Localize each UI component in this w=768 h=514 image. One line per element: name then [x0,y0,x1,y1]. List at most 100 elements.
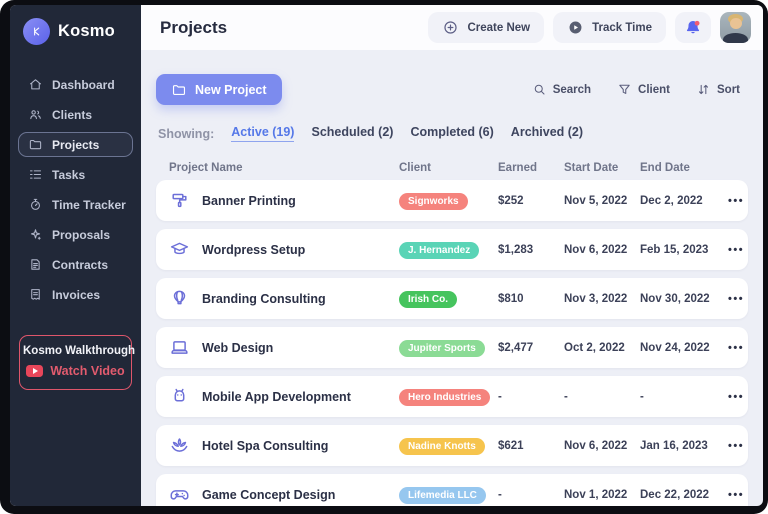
window-frame: Kosmo Dashboard Clients Proje [0,0,768,514]
client-badge: Signworks [399,193,468,210]
earned-value: $810 [498,293,564,305]
table-row[interactable]: Banner Printing Signworks $252 Nov 5, 20… [156,180,748,221]
walkthrough-title: Kosmo Walkthrough [23,345,128,357]
project-name: Mobile App Development [202,390,351,404]
project-list: Banner Printing Signworks $252 Nov 5, 20… [156,180,748,506]
kosmo-app: Kosmo Dashboard Clients Proje [10,5,763,506]
project-name: Game Concept Design [202,488,335,502]
filter-tab[interactable]: Active (19) [231,125,294,142]
end-date: Nov 24, 2022 [640,342,728,354]
graduation-cap-icon [169,239,190,260]
row-menu-button[interactable]: ••• [728,244,757,256]
filter-tab[interactable]: Archived (2) [511,125,583,142]
create-new-button[interactable]: Create New [428,12,544,43]
lotus-icon [169,435,190,456]
client-filter-button[interactable]: Client [617,82,670,97]
showing-label: Showing: [158,127,214,141]
table-row[interactable]: Web Design Jupiter Sports $2,477 Oct 2, … [156,327,748,368]
sidebar-nav-item[interactable]: Invoices [18,282,133,307]
end-date: Dec 22, 2022 [640,489,728,501]
sidebar-nav-item[interactable]: Projects [18,132,133,157]
sidebar-nav-item[interactable]: Tasks [18,162,133,187]
main-area: Projects Create New Track Time [141,5,763,506]
client-badge: Jupiter Sports [399,340,485,357]
earned-value: - [498,391,564,403]
watch-video-button[interactable]: Watch Video [26,364,124,378]
table-row[interactable]: Wordpress Setup J. Hernandez $1,283 Nov … [156,229,748,270]
new-project-button[interactable]: New Project [156,74,282,105]
sidebar-nav-item-label: Tasks [52,168,85,182]
table-row[interactable]: Hotel Spa Consulting Nadine Knotts $621 … [156,425,748,466]
row-menu-button[interactable]: ••• [728,342,757,354]
hot-air-balloon-icon [169,288,190,309]
sparkles-icon [28,227,43,242]
sidebar-nav-item[interactable]: Contracts [18,252,133,277]
table-row[interactable]: Mobile App Development Hero Industries -… [156,376,748,417]
kosmo-logo-icon [23,18,50,45]
sidebar-nav-item[interactable]: Dashboard [18,72,133,97]
sidebar-nav-item[interactable]: Proposals [18,222,133,247]
row-menu-button[interactable]: ••• [728,195,757,207]
bell-icon [683,18,703,38]
end-date: Dec 2, 2022 [640,195,728,207]
table-header: Project Name Client Earned Start Date En… [156,156,748,180]
column-earned: Earned [498,162,564,174]
sidebar-nav-item-label: Invoices [52,288,100,302]
column-start-date: Start Date [564,162,640,174]
android-robot-icon [169,386,190,407]
project-name: Branding Consulting [202,292,326,306]
client-badge: J. Hernandez [399,242,479,259]
sort-button[interactable]: Sort [696,82,740,97]
game-controller-icon [169,484,190,505]
invoice-icon [28,287,43,302]
row-menu-button[interactable]: ••• [728,391,757,403]
column-end-date: End Date [640,162,728,174]
notifications-button[interactable] [675,12,711,43]
content-area: New Project Search Client [141,50,763,506]
stopwatch-icon [28,197,43,212]
search-button[interactable]: Search [532,82,591,97]
sort-icon [696,82,711,97]
row-menu-button[interactable]: ••• [728,489,757,501]
page-title: Projects [160,18,227,38]
sidebar-nav-item-label: Dashboard [52,78,115,92]
client-badge: Nadine Knotts [399,438,485,455]
column-project-name: Project Name [156,162,394,174]
folder-icon [28,137,43,152]
track-time-button[interactable]: Track Time [553,12,666,43]
start-date: Oct 2, 2022 [564,342,640,354]
end-date: Nov 30, 2022 [640,293,728,305]
toolbar: New Project Search Client [156,74,748,105]
tasks-icon [28,167,43,182]
youtube-icon [26,365,43,377]
row-menu-button[interactable]: ••• [728,440,757,452]
sidebar-nav: Dashboard Clients Projects Tasks [10,72,141,312]
row-menu-button[interactable]: ••• [728,293,757,305]
sidebar-nav-item[interactable]: Clients [18,102,133,127]
home-icon [28,77,43,92]
earned-value: $1,283 [498,244,564,256]
start-date: Nov 1, 2022 [564,489,640,501]
header-actions: Create New Track Time [428,12,751,43]
column-client: Client [394,162,498,174]
start-date: Nov 3, 2022 [564,293,640,305]
watch-video-label: Watch Video [50,364,124,378]
user-avatar[interactable] [720,12,751,43]
earned-value: $2,477 [498,342,564,354]
app-name: Kosmo [58,22,115,41]
table-row[interactable]: Branding Consulting Irish Co. $810 Nov 3… [156,278,748,319]
table-row[interactable]: Game Concept Design Lifemedia LLC - Nov … [156,474,748,506]
earned-value: $252 [498,195,564,207]
funnel-icon [617,82,632,97]
sidebar-nav-item-label: Proposals [52,228,110,242]
filter-tab[interactable]: Scheduled (2) [311,125,393,142]
table-actions: Search Client Sort [532,82,748,97]
contract-icon [28,257,43,272]
sidebar-nav-item[interactable]: Time Tracker [18,192,133,217]
sidebar-nav-item-label: Time Tracker [52,198,126,212]
earned-value: - [498,489,564,501]
laptop-icon [169,337,190,358]
project-name: Web Design [202,341,273,355]
paint-roller-icon [169,190,190,211]
filter-tab[interactable]: Completed (6) [410,125,493,142]
